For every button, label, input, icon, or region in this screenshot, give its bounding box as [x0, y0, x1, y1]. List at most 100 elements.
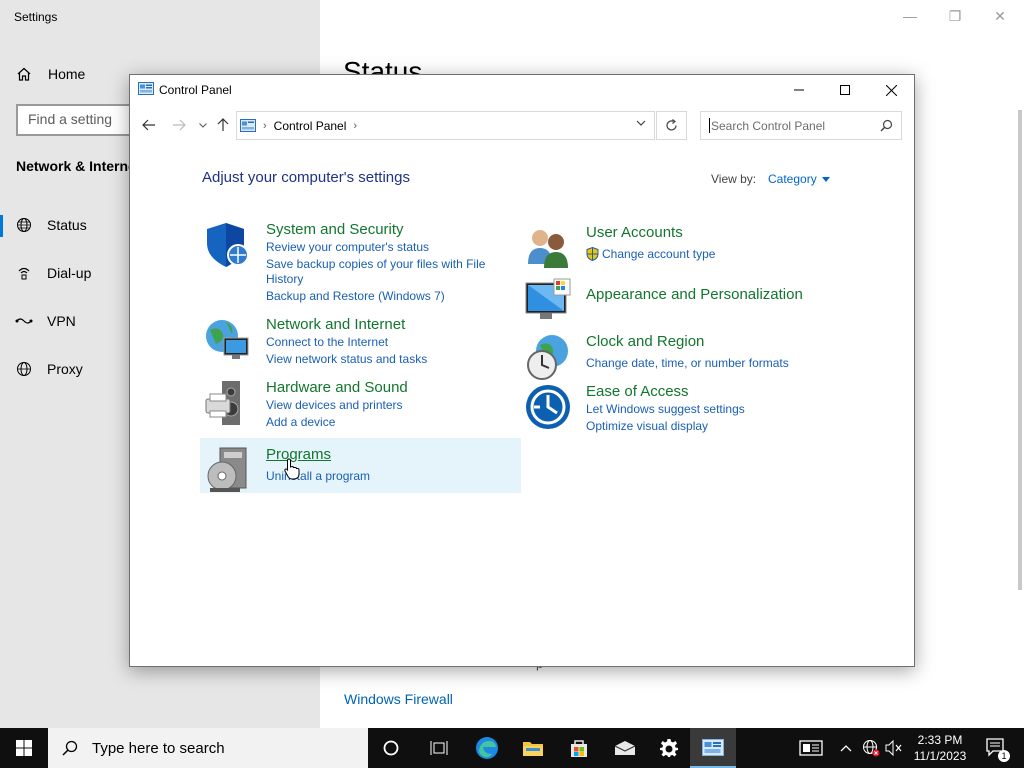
gear-icon — [660, 739, 678, 757]
settings-close-icon[interactable]: ✕ — [988, 6, 1012, 26]
category-network-internet: Network and Internet Connect to the Inte… — [204, 316, 504, 366]
up-button[interactable] — [212, 114, 234, 136]
minimize-icon — [794, 89, 804, 91]
edge-button[interactable] — [464, 728, 510, 768]
search-icon[interactable] — [880, 119, 893, 132]
task-view-button[interactable] — [416, 728, 462, 768]
category-clock-region: Clock and Region Change date, time, or n… — [524, 333, 824, 381]
breadcrumb-control-panel[interactable]: Control Panel — [274, 119, 347, 133]
recent-locations-button[interactable] — [192, 114, 214, 136]
category-link[interactable]: Optimize visual display — [586, 419, 708, 434]
settings-nav-proxy[interactable]: Proxy — [0, 351, 140, 387]
folder-icon — [523, 742, 543, 756]
settings-section-title: Network & Internet — [16, 158, 141, 174]
network-globe-icon[interactable] — [204, 316, 252, 364]
category-title[interactable]: Network and Internet — [266, 316, 405, 333]
control-panel-taskbar-button[interactable] — [690, 728, 736, 768]
ease-of-access-icon[interactable] — [524, 383, 572, 431]
category-link[interactable]: View network status and tasks — [266, 352, 427, 367]
settings-minimize-icon[interactable]: — — [898, 6, 922, 26]
file-explorer-button[interactable] — [510, 728, 556, 768]
shield-icon[interactable] — [204, 221, 252, 269]
category-link[interactable]: Change date, time, or number formats — [586, 356, 789, 371]
category-link[interactable]: Connect to the Internet — [266, 335, 388, 350]
users-icon[interactable] — [524, 224, 572, 272]
category-appearance: Appearance and Personalization — [524, 277, 824, 325]
printer-speaker-icon[interactable] — [204, 379, 252, 427]
search-control-panel-input[interactable]: Search Control Panel — [700, 111, 902, 140]
network-tray-button[interactable] — [860, 728, 882, 768]
text-caret — [709, 118, 710, 133]
settings-nav-label: Status — [47, 217, 87, 233]
category-title[interactable]: Appearance and Personalization — [586, 286, 803, 303]
volume-muted-icon — [885, 740, 902, 756]
windows-firewall-link[interactable]: Windows Firewall — [344, 691, 453, 707]
settings-nav-dialup[interactable]: Dial-up — [0, 255, 140, 291]
category-link[interactable]: Change account type — [602, 247, 715, 262]
find-setting-input[interactable]: Find a setting — [16, 104, 146, 136]
forward-button[interactable] — [168, 114, 190, 136]
news-interests-button[interactable] — [796, 728, 826, 768]
category-link[interactable]: History — [266, 272, 303, 287]
settings-taskbar-button[interactable] — [646, 728, 692, 768]
taskbar-search-box[interactable]: Type here to search — [48, 728, 368, 768]
settings-nav-label: VPN — [47, 313, 76, 329]
back-button[interactable] — [138, 114, 160, 136]
forward-arrow-icon — [173, 119, 186, 131]
appearance-monitor-icon[interactable] — [524, 277, 572, 325]
category-title[interactable]: Ease of Access — [586, 383, 689, 400]
settings-nav-vpn[interactable]: VPN — [0, 303, 140, 339]
clock-date: 11/1/2023 — [913, 749, 967, 763]
programs-disc-icon[interactable] — [204, 446, 252, 494]
chevron-down-icon — [199, 122, 207, 128]
cortana-button[interactable] — [368, 728, 414, 768]
up-arrow-icon — [217, 118, 229, 131]
category-link[interactable]: Review your computer's status — [266, 240, 429, 255]
breadcrumb-separator-icon[interactable]: › — [353, 120, 357, 132]
settings-nav-status[interactable]: Status — [0, 207, 140, 243]
category-ease-of-access: Ease of Access Let Windows suggest setti… — [524, 383, 824, 434]
category-title[interactable]: User Accounts — [586, 224, 683, 241]
taskbar-clock[interactable]: 2:33 PM 11/1/2023 — [904, 732, 976, 764]
clock-globe-icon[interactable] — [524, 333, 572, 381]
settings-nav-label: Proxy — [47, 361, 83, 377]
refresh-icon — [666, 119, 677, 131]
view-by-dropdown[interactable]: Category — [768, 172, 830, 186]
hand-cursor-icon — [284, 458, 300, 480]
control-panel-icon — [240, 118, 256, 132]
action-center-button[interactable]: 1 — [980, 728, 1014, 768]
category-title[interactable]: Clock and Region — [586, 333, 704, 350]
control-panel-titlebar[interactable]: Control Panel — [130, 75, 914, 105]
mail-icon — [614, 741, 636, 755]
chevron-down-icon[interactable] — [636, 120, 646, 127]
uac-shield-icon — [586, 246, 599, 265]
back-arrow-icon — [142, 119, 155, 131]
address-bar[interactable]: › Control Panel › — [236, 111, 655, 140]
volume-tray-button[interactable] — [884, 728, 904, 768]
close-button[interactable] — [868, 75, 914, 105]
control-panel-icon — [138, 82, 154, 95]
start-button[interactable] — [0, 728, 48, 768]
category-link[interactable]: View devices and printers — [266, 398, 403, 413]
category-title[interactable]: System and Security — [266, 221, 404, 238]
category-link[interactable]: Backup and Restore (Windows 7) — [266, 289, 445, 304]
category-link[interactable]: Add a device — [266, 415, 335, 430]
settings-restore-icon[interactable]: ❐ — [943, 6, 967, 26]
news-icon — [799, 740, 823, 756]
store-button[interactable] — [556, 728, 602, 768]
show-hidden-icons-button[interactable] — [836, 728, 856, 768]
settings-scrollbar[interactable] — [1018, 110, 1022, 590]
refresh-button[interactable] — [656, 111, 687, 140]
breadcrumb-separator-icon[interactable]: › — [263, 120, 267, 132]
category-link[interactable]: Save backup copies of your files with Fi… — [266, 257, 485, 272]
vpn-icon — [0, 315, 47, 327]
category-link[interactable]: Uninstall a program — [266, 469, 370, 484]
home-icon — [17, 67, 31, 81]
category-user-accounts: User Accounts Change account type — [524, 224, 824, 268]
settings-home-link[interactable]: Home — [16, 64, 85, 84]
category-title[interactable]: Hardware and Sound — [266, 379, 408, 396]
category-link[interactable]: Let Windows suggest settings — [586, 402, 745, 417]
minimize-button[interactable] — [776, 75, 822, 105]
mail-button[interactable] — [602, 728, 648, 768]
maximize-button[interactable] — [822, 75, 868, 105]
